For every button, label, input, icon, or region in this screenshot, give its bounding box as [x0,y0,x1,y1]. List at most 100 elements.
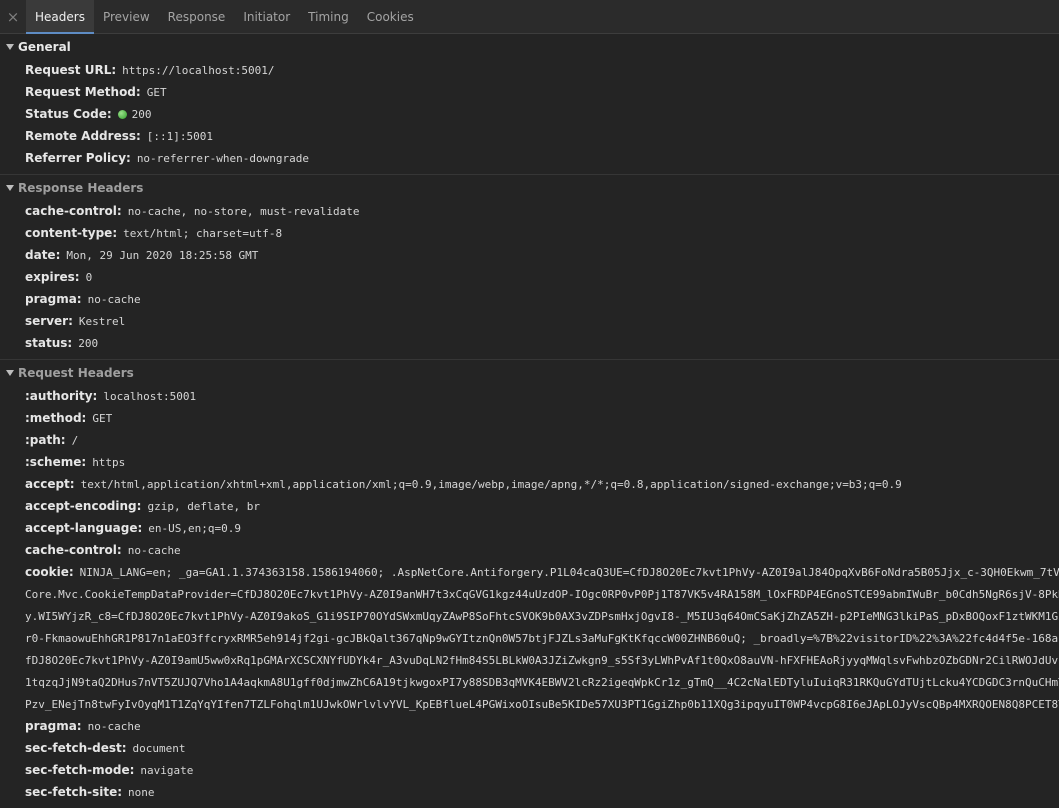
header-value: / [71,433,79,447]
tab-response[interactable]: Response [159,0,235,33]
header-key: accept: [25,477,75,491]
devtools-tab-bar: × Headers Preview Response Initiator Tim… [0,0,1059,34]
header-value: 1tqzqJjN9taQ2DHus7nVT5ZUJQ7Vho1A4aqkmA8U… [25,675,1059,689]
header-key: content-type: [25,226,118,240]
header-value: Kestrel [78,314,126,328]
header-key: status: [25,336,73,350]
header-row: :authority: localhost:5001 [0,385,1059,407]
header-value: gzip, deflate, br [147,499,261,513]
header-key: Referrer Policy: [25,151,131,165]
header-value: 0 [85,270,93,284]
header-row-remote-address: Remote Address: [::1]:5001 [0,125,1059,147]
general-section: General Request URL: https://localhost:5… [0,34,1059,175]
header-value: Core.Mvc.CookieTempDataProvider=CfDJ8O20… [25,587,1059,601]
header-key: server: [25,314,73,328]
header-value: NINJA_LANG=en; _ga=GA1.1.374363158.15861… [79,565,1059,579]
cookie-continuation-line: 1tqzqJjN9taQ2DHus7nVT5ZUJQ7Vho1A4aqkmA8U… [0,671,1059,693]
header-row: expires: 0 [0,266,1059,288]
header-key: cache-control: [25,543,122,557]
header-key: Request Method: [25,85,141,99]
header-value: y.WI5WYjzR_c8=CfDJ8O20Ec7kvt1PhVy-AZ0I9a… [25,609,1059,623]
header-key: cache-control: [25,204,122,218]
header-value: Pzv_ENejTn8twFyIvOyqM1T1ZqYqYIfen7TZLFoh… [25,697,1059,711]
tab-preview[interactable]: Preview [94,0,159,33]
tab-headers[interactable]: Headers [26,0,94,34]
header-row: :method: GET [0,407,1059,429]
cookie-continuation-line: y.WI5WYjzR_c8=CfDJ8O20Ec7kvt1PhVy-AZ0I9a… [0,605,1059,627]
header-value: no-cache, no-store, must-revalidate [127,204,360,218]
header-value: https://localhost:5001/ [122,63,275,77]
cookie-continuation-line: Core.Mvc.CookieTempDataProvider=CfDJ8O20… [0,583,1059,605]
header-value: no-referrer-when-downgrade [136,151,309,165]
status-ok-icon [117,109,127,119]
header-key: sec-fetch-site: [25,785,123,799]
header-key: pragma: [25,719,82,733]
tab-timing[interactable]: Timing [299,0,358,33]
section-title: Request Headers [18,365,134,380]
header-row-status-code: Status Code: 200 [0,103,1059,125]
header-value: none [128,785,155,799]
request-headers-section-header[interactable]: Request Headers [0,360,1059,385]
cookie-continuation-line: fDJ8O20Ec7kvt1PhVy-AZ0I9amU5ww0xRq1pGMAr… [0,649,1059,671]
header-value: no-cache [87,719,141,733]
header-row-cookie: cookie: NINJA_LANG=en; _ga=GA1.1.3743631… [0,561,1059,583]
header-value: text/html; charset=utf-8 [123,226,283,240]
header-value: r0-FkmaowuEhhGR1P817n1aEO3ffcryxRMR5eh91… [25,631,1059,645]
header-value: 200 [78,336,99,350]
section-title: General [18,39,71,54]
header-row: cache-control: no-cache, no-store, must-… [0,200,1059,222]
header-key: cookie: [25,565,74,579]
header-row-request-method: Request Method: GET [0,81,1059,103]
cookie-continuation-line: Pzv_ENejTn8twFyIvOyqM1T1ZqYqYIfen7TZLFoh… [0,693,1059,715]
header-row: date: Mon, 29 Jun 2020 18:25:58 GMT [0,244,1059,266]
header-row: content-type: text/html; charset=utf-8 [0,222,1059,244]
header-row: sec-fetch-dest: document [0,737,1059,759]
expand-triangle-icon [6,43,14,50]
response-headers-section-header[interactable]: Response Headers [0,175,1059,200]
section-title: Response Headers [18,180,144,195]
header-value: 200 [131,107,152,121]
response-headers-section: Response Headers cache-control: no-cache… [0,175,1059,360]
header-key: :scheme: [25,455,87,469]
header-row: accept-encoding: gzip, deflate, br [0,495,1059,517]
header-row: sec-fetch-mode: navigate [0,759,1059,781]
header-row-referrer-policy: Referrer Policy: no-referrer-when-downgr… [0,147,1059,169]
header-value: https [92,455,126,469]
header-value: GET [92,411,113,425]
header-row: cache-control: no-cache [0,539,1059,561]
header-value: GET [146,85,167,99]
header-key: Request URL: [25,63,117,77]
header-value: en-US,en;q=0.9 [148,521,241,535]
tab-cookies[interactable]: Cookies [358,0,423,33]
header-key: Status Code: [25,107,112,121]
header-key: sec-fetch-dest: [25,741,127,755]
header-value: no-cache [87,292,141,306]
header-key: :path: [25,433,66,447]
cookie-continuation-line: r0-FkmaowuEhhGR1P817n1aEO3ffcryxRMR5eh91… [0,627,1059,649]
header-key: :authority: [25,389,98,403]
header-value: Mon, 29 Jun 2020 18:25:58 GMT [66,248,259,262]
header-value: localhost:5001 [103,389,197,403]
header-row: :scheme: https [0,451,1059,473]
request-headers-section: Request Headers :authority: localhost:50… [0,360,1059,808]
general-section-header[interactable]: General [0,34,1059,59]
header-key: sec-fetch-mode: [25,763,135,777]
header-row: server: Kestrel [0,310,1059,332]
header-key: accept-language: [25,521,143,535]
header-key: pragma: [25,292,82,306]
header-key: Remote Address: [25,129,141,143]
header-key: accept-encoding: [25,499,142,513]
header-key: date: [25,248,61,262]
expand-triangle-icon [6,184,14,191]
header-row: status: 200 [0,332,1059,354]
header-value: fDJ8O20Ec7kvt1PhVy-AZ0I9amU5ww0xRq1pGMAr… [25,653,1059,667]
close-icon[interactable]: × [0,0,26,33]
header-value: document [132,741,186,755]
header-value: [::1]:5001 [146,129,214,143]
header-row-request-url: Request URL: https://localhost:5001/ [0,59,1059,81]
header-row: pragma: no-cache [0,288,1059,310]
header-value: navigate [140,763,194,777]
header-row: sec-fetch-site: none [0,781,1059,803]
header-row: pragma: no-cache [0,715,1059,737]
tab-initiator[interactable]: Initiator [234,0,299,33]
